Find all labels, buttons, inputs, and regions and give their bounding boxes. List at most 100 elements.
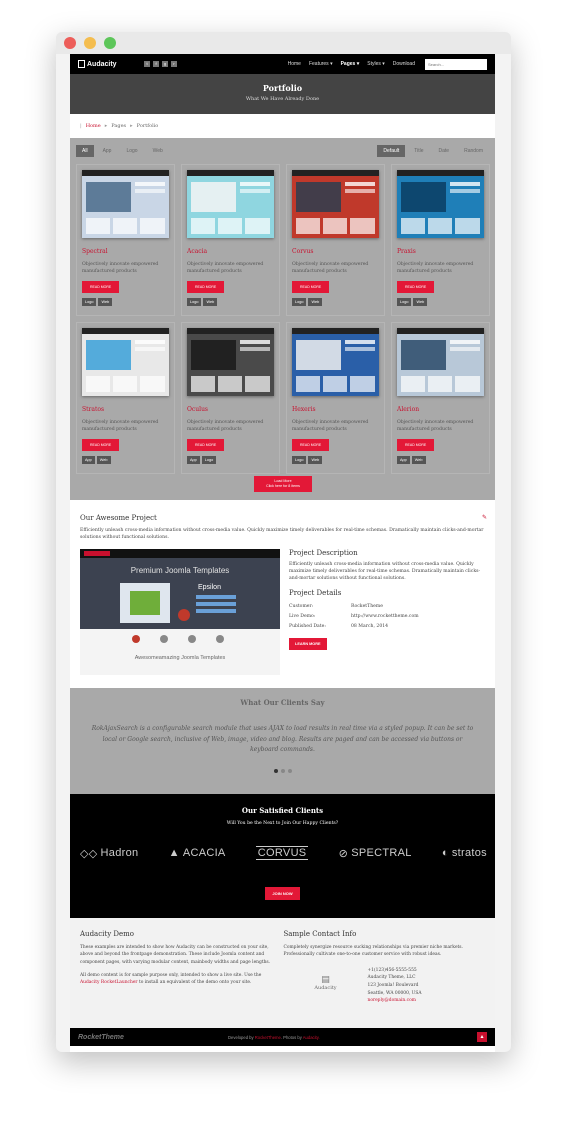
portfolio-title[interactable]: Acacia	[187, 248, 274, 255]
breadcrumb-bar-icon: |	[80, 123, 82, 129]
copyright-bar: RocketTheme Developed by RocketTheme. Ph…	[70, 1028, 495, 1046]
credit-rockettheme-link[interactable]: RocketTheme	[255, 1035, 281, 1040]
tag[interactable]: Web	[411, 455, 426, 464]
carousel-dot[interactable]	[280, 768, 285, 773]
sort-default[interactable]: Default	[377, 145, 406, 157]
rocketlauncher-link[interactable]: Audacity RocketLauncher	[80, 980, 138, 985]
footer: Audacity Demo These examples are intende…	[70, 918, 495, 1028]
portfolio-thumbnail[interactable]	[397, 328, 484, 396]
footer-demo-heading: Audacity Demo	[80, 930, 134, 938]
read-more-button[interactable]: READ MORE	[292, 438, 330, 451]
google-plus-icon[interactable]: g	[162, 61, 168, 67]
edit-icon[interactable]: ✎	[482, 514, 487, 521]
tag[interactable]: App	[187, 455, 200, 464]
portfolio-tags: Logo Web	[292, 455, 379, 464]
portfolio-tags: App Web	[397, 455, 484, 464]
read-more-button[interactable]: READ MORE	[187, 280, 225, 293]
shot-subtitle: Epsilon	[198, 584, 221, 591]
join-now-button[interactable]: JOIN NOW	[265, 887, 300, 900]
portfolio-title[interactable]: Spectral	[82, 248, 169, 255]
sort-random[interactable]: Random	[458, 145, 489, 157]
portfolio-title[interactable]: Praxis	[397, 248, 484, 255]
shot-title: Premium Joomla Templates	[131, 566, 230, 575]
portfolio-thumbnail[interactable]	[397, 170, 484, 238]
portfolio-title[interactable]: Oculus	[187, 406, 274, 413]
tag[interactable]: Logo	[397, 297, 412, 306]
carousel-dot[interactable]	[273, 768, 278, 773]
portfolio-description: Objectively innovate empowered manufactu…	[292, 420, 369, 432]
menu-item-pages[interactable]: Pages ▾	[341, 61, 360, 67]
tag[interactable]: App	[82, 455, 95, 464]
read-more-button[interactable]: READ MORE	[82, 280, 120, 293]
portfolio-thumbnail[interactable]	[187, 170, 274, 238]
portfolio-thumbnail[interactable]	[82, 328, 169, 396]
brand-name: Hadron	[100, 847, 139, 859]
read-more-button[interactable]: READ MORE	[397, 438, 435, 451]
filter-web[interactable]: Web	[147, 145, 169, 157]
tag[interactable]: Web	[203, 297, 218, 306]
contact-city: Seattle, WA 00000, USA	[367, 990, 422, 996]
category-filters: All App Logo Web	[76, 145, 169, 157]
sort-title[interactable]: Title	[408, 145, 429, 157]
client-logo-hadron: ◇◇ Hadron	[80, 847, 138, 860]
client-logo-stratos: ◐ stratos	[442, 847, 487, 859]
site-logo[interactable]: Audacity	[78, 60, 138, 68]
learn-more-button[interactable]: LEARN MORE	[289, 637, 327, 650]
filter-app[interactable]: App	[97, 145, 118, 157]
carousel-dot[interactable]	[287, 768, 292, 773]
filter-logo[interactable]: Logo	[120, 145, 143, 157]
facebook-icon[interactable]: f	[153, 61, 159, 67]
menu-item-styles[interactable]: Styles ▾	[367, 61, 385, 67]
menu-item-home[interactable]: Home	[288, 61, 301, 67]
tag[interactable]: Web	[98, 297, 113, 306]
twitter-icon[interactable]: t	[144, 61, 150, 67]
tag[interactable]: App	[397, 455, 410, 464]
tag[interactable]: Logo	[201, 455, 217, 464]
breadcrumb-home[interactable]: Home	[86, 123, 101, 129]
rockettheme-logo[interactable]: RocketTheme	[78, 1034, 228, 1041]
read-more-button[interactable]: READ MORE	[397, 280, 435, 293]
portfolio-thumbnail[interactable]	[187, 328, 274, 396]
breadcrumb-pages[interactable]: Pages	[111, 123, 126, 129]
portfolio-thumbnail[interactable]	[292, 170, 379, 238]
back-to-top-icon[interactable]: ▴	[477, 1032, 487, 1042]
search-input[interactable]	[425, 58, 487, 70]
tag[interactable]: Web	[308, 297, 323, 306]
carousel-dots	[70, 768, 495, 773]
read-more-button[interactable]: READ MORE	[292, 280, 330, 293]
portfolio-title[interactable]: Stratos	[82, 406, 169, 413]
close-window-button[interactable]	[64, 37, 76, 49]
tag[interactable]: Logo	[292, 297, 307, 306]
menu-item-features[interactable]: Features ▾	[309, 61, 333, 67]
read-more-button[interactable]: READ MORE	[187, 438, 225, 451]
minimize-window-button[interactable]	[84, 37, 96, 49]
load-more-button[interactable]: Load More Click here for 8 items	[254, 476, 312, 493]
tag[interactable]: Logo	[292, 455, 307, 464]
portfolio-tags: Logo Web	[292, 297, 379, 306]
tag[interactable]: Web	[96, 455, 111, 464]
tag[interactable]: Logo	[82, 297, 97, 306]
portfolio-title[interactable]: Corvus	[292, 248, 379, 255]
detail-value[interactable]: http://www.rockettheme.com	[351, 614, 419, 619]
tag[interactable]: Logo	[187, 297, 202, 306]
credit-photos-link[interactable]: Audacity.	[303, 1035, 320, 1040]
tag[interactable]: Web	[413, 297, 428, 306]
contact-email[interactable]: noreply@domain.com	[368, 997, 422, 1005]
filter-all[interactable]: All	[76, 145, 94, 157]
sort-date[interactable]: Date	[433, 145, 456, 157]
portfolio-title[interactable]: Hexeris	[292, 406, 379, 413]
portfolio-thumbnail[interactable]	[82, 170, 169, 238]
testimonials-heading: What Our Clients Say	[240, 698, 325, 707]
portfolio-card: Acacia Objectively innovate empowered man…	[181, 164, 280, 316]
credit-a: Developed by	[228, 1034, 254, 1040]
website: Audacity t f g r Home Features ▾ Pages ▾…	[70, 54, 495, 1052]
window-titlebar	[56, 32, 511, 54]
menu-item-download[interactable]: Download	[393, 61, 415, 67]
credit-c: . Photos by	[280, 1034, 302, 1040]
portfolio-thumbnail[interactable]	[292, 328, 379, 396]
rss-icon[interactable]: r	[171, 61, 177, 67]
tag[interactable]: Web	[308, 455, 323, 464]
portfolio-title[interactable]: Alerion	[397, 406, 484, 413]
maximize-window-button[interactable]	[104, 37, 116, 49]
read-more-button[interactable]: READ MORE	[82, 438, 120, 451]
